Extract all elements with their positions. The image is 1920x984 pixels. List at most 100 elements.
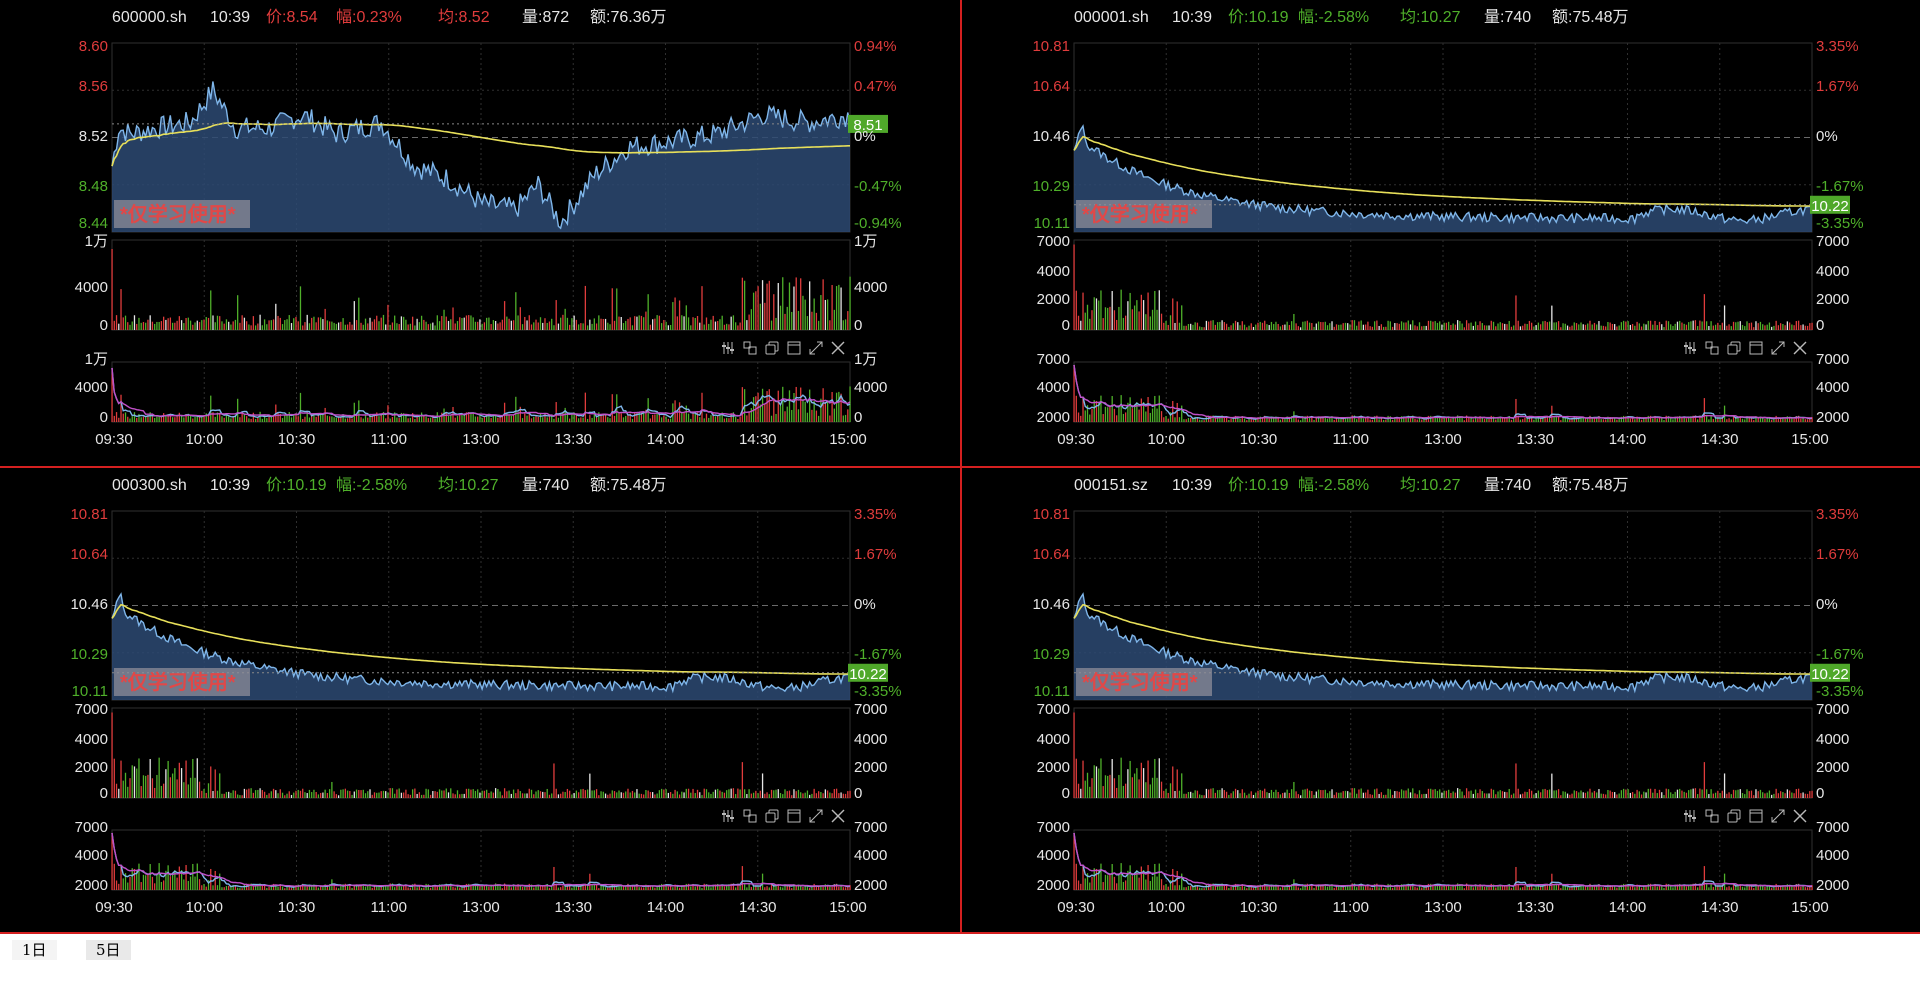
volume-bar [261, 790, 263, 798]
window-icon[interactable] [787, 809, 801, 823]
indicator-bar [349, 885, 351, 890]
indicator-bar [129, 876, 131, 890]
chart-grid [111, 42, 851, 423]
expand-icon[interactable] [1771, 341, 1785, 355]
close-icon[interactable] [831, 341, 845, 355]
volume-bar [1156, 777, 1158, 798]
settings-sliders-icon[interactable] [722, 810, 734, 822]
indicator-bar [118, 883, 120, 890]
volume-bar [1380, 792, 1383, 798]
close-icon[interactable] [831, 809, 845, 823]
chart-toolbar[interactable] [722, 809, 845, 823]
volume-bar [1369, 326, 1371, 330]
volume-bar [1338, 324, 1340, 330]
indicator-bar [1513, 418, 1515, 422]
volume-bar [1510, 326, 1513, 330]
volume-bar [1748, 791, 1750, 798]
volume-bar [454, 323, 456, 330]
window-icon[interactable] [1749, 341, 1763, 355]
intraday-chart[interactable]: 600000.sh 10:39 价:8.54 幅:0.23% 均:8.52 量:872 额:… [0, 0, 960, 466]
indicator-bar [712, 885, 714, 890]
volume-bar [1580, 322, 1582, 330]
volume-bar [1499, 790, 1501, 798]
volume-bar [281, 792, 284, 798]
chart-panel-1[interactable]: 600000.sh 10:39 价:8.54 幅:0.23% 均:8.52 量:872 额:… [0, 0, 960, 466]
layout-icon[interactable] [743, 809, 757, 823]
volume-bar [420, 315, 423, 330]
volume-bar [1748, 323, 1750, 330]
expand-icon[interactable] [809, 341, 823, 355]
indicator-bar [1703, 398, 1706, 422]
chart-toolbar[interactable] [1684, 809, 1807, 823]
indicator-bar [663, 415, 665, 422]
indicator-bar [459, 887, 461, 890]
indicator-bar [156, 416, 158, 422]
window-icon[interactable] [787, 341, 801, 355]
tab-1-day[interactable]: 1日 [12, 940, 57, 960]
indicator-bar [537, 416, 539, 422]
indicator-bar [1524, 417, 1526, 422]
chart-panel-3[interactable]: 000300.sh 10:39 价:10.19 幅:-2.58% 均:10.27 量:74… [0, 468, 960, 932]
app-root: 600000.sh 10:39 价:8.54 幅:0.23% 均:8.52 量:872 额:… [0, 0, 1920, 984]
volume-bar [111, 249, 113, 330]
layout-icon[interactable] [1705, 341, 1719, 355]
expand-icon[interactable] [1771, 809, 1785, 823]
volume-bar [1181, 773, 1183, 798]
volume-bar [1690, 321, 1692, 330]
percent-axis-label: 0% [1816, 596, 1838, 613]
layout-icon[interactable] [1705, 809, 1719, 823]
time-axis-label: 13:00 [1424, 431, 1462, 448]
indicator-bar [189, 415, 192, 422]
close-icon[interactable] [1793, 341, 1807, 355]
indicator-bar [1705, 884, 1708, 890]
copy-icon[interactable] [1727, 809, 1741, 823]
tab-5-day[interactable]: 5日 [86, 940, 131, 960]
chart-toolbar[interactable] [1684, 341, 1807, 355]
indicator-bar [717, 415, 719, 422]
volume-bar [279, 789, 281, 798]
chart-panel-2[interactable]: 000001.sh 10:39 价:10.19 幅:-2.58% 均:10.27 量:74… [962, 0, 1920, 466]
volume-bar [183, 323, 185, 330]
volume-bar [1654, 788, 1656, 798]
volume-bar [470, 315, 472, 330]
indicator-bar [1095, 868, 1098, 890]
expand-icon[interactable] [809, 809, 823, 823]
volume-bar [1688, 790, 1690, 798]
indicator-bar [308, 417, 311, 422]
chart-toolbar[interactable] [722, 341, 845, 355]
settings-sliders-icon[interactable] [1684, 810, 1696, 822]
volume-bar [1676, 789, 1679, 798]
volume-bar [1699, 788, 1701, 798]
indicator-bar [1645, 886, 1647, 890]
copy-icon[interactable] [765, 341, 779, 355]
indicator-bar [1806, 887, 1809, 890]
volume-bar [847, 311, 849, 330]
copy-icon[interactable] [1727, 341, 1741, 355]
volume-bar [180, 320, 183, 330]
indicator-bar [1371, 419, 1374, 422]
volume-bar [1111, 759, 1113, 798]
settings-sliders-icon[interactable] [1684, 342, 1696, 354]
layout-icon[interactable] [743, 341, 757, 355]
indicator-bar [667, 418, 670, 422]
volume-bar [1228, 794, 1230, 798]
intraday-chart[interactable]: 000001.sh 10:39 价:10.19 幅:-2.58% 均:10.27 量:74… [962, 0, 1920, 466]
volume-bar [840, 287, 842, 330]
chart-panel-4[interactable]: 000151.sz 10:39 价:10.19 幅:-2.58% 均:10.27 量:74… [962, 468, 1920, 932]
close-icon[interactable] [1793, 809, 1807, 823]
intraday-chart[interactable]: 000300.sh 10:39 价:10.19 幅:-2.58% 均:10.27 量:74… [0, 468, 960, 932]
window-icon[interactable] [1749, 809, 1763, 823]
indicator-bar [1131, 408, 1134, 422]
volume-bar [1407, 788, 1409, 798]
volume-bar [1396, 791, 1398, 798]
indicator-bar [418, 416, 421, 422]
volume-bar [1461, 323, 1463, 330]
volume-bar [1602, 325, 1605, 330]
volume-bar [1165, 320, 1167, 330]
indicator-bar [708, 886, 710, 890]
intraday-chart[interactable]: 000151.sz 10:39 价:10.19 幅:-2.58% 均:10.27 量:74… [962, 468, 1920, 932]
copy-icon[interactable] [765, 809, 779, 823]
volume-axis-label: 2000 [1816, 291, 1849, 308]
volume-bar [1479, 321, 1481, 330]
settings-sliders-icon[interactable] [722, 342, 734, 354]
